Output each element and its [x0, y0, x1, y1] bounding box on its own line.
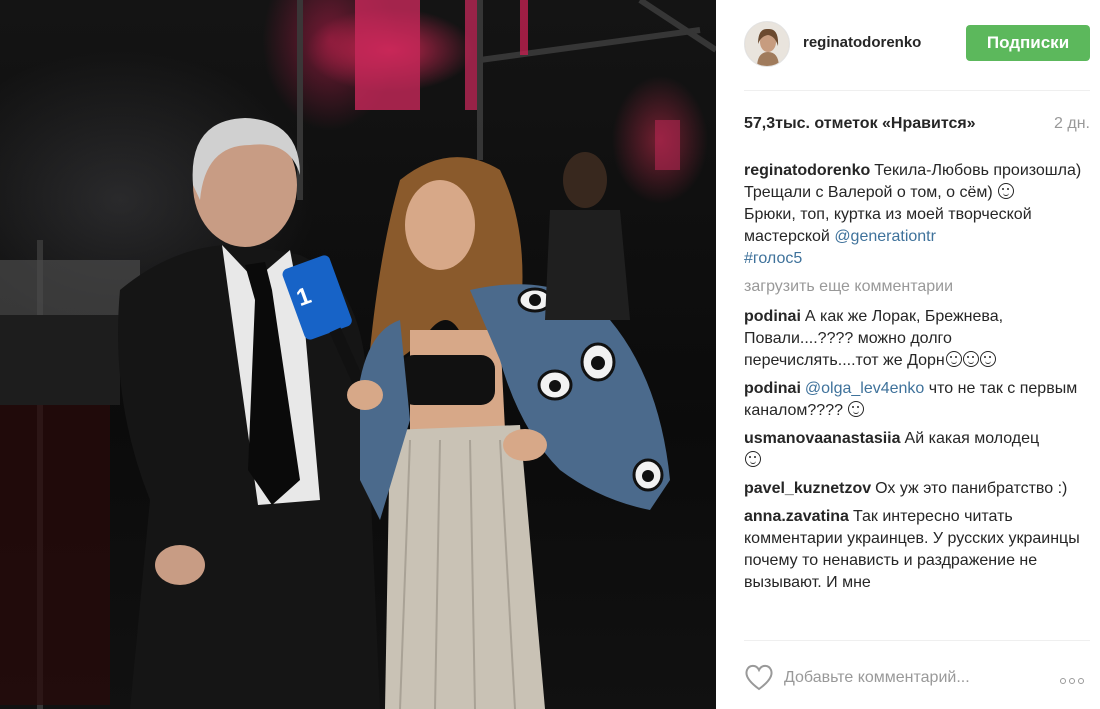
post-details-panel: reginatodorenko Подписки 57,3тыс. отмето… — [716, 0, 1100, 709]
comment-username[interactable]: usmanovaanastasiia — [744, 430, 901, 447]
grinning-face-icon — [962, 351, 979, 367]
avatar-image — [745, 22, 789, 66]
heart-icon[interactable] — [744, 663, 774, 691]
grinning-face-icon — [979, 351, 996, 367]
comments-list: reginatodorenko Текила-Любовь произошла) … — [744, 160, 1090, 638]
comment-input[interactable] — [784, 665, 1039, 691]
comment-item: anna.zavatina Так интересно читать коммен… — [744, 506, 1090, 594]
comment-bar — [744, 655, 1090, 699]
post-timestamp[interactable]: 2 дн. — [1054, 115, 1090, 133]
comment-text: Ох уж это панибратство :) — [875, 480, 1068, 497]
follow-button[interactable]: Подписки — [966, 25, 1090, 61]
caption: reginatodorenko Текила-Любовь произошла) … — [744, 160, 1090, 270]
likes-row: 57,3тыс. отметок «Нравится» 2 дн. — [744, 115, 1090, 137]
more-options-icon[interactable] — [1060, 671, 1090, 684]
load-more-comments-button[interactable]: загрузить еще комментарии — [744, 276, 1090, 298]
comment-text: Ай какая молодец — [904, 430, 1040, 447]
smiling-face-icon — [745, 451, 761, 467]
caption-mention[interactable]: @generationtr — [834, 228, 936, 245]
comment-item: usmanovaanastasiia Ай какая молодец — [744, 428, 1090, 472]
comment-username[interactable]: podinai — [744, 380, 801, 397]
comment-item: podinai @olga_lev4enko что не так с первы… — [744, 378, 1090, 422]
footer-divider — [744, 640, 1090, 641]
smiling-face-icon — [998, 183, 1015, 199]
photo-illustration: 1 — [0, 0, 716, 709]
comment-username[interactable]: podinai — [744, 308, 801, 325]
caption-username[interactable]: reginatodorenko — [744, 162, 870, 179]
comment-mention[interactable]: @olga_lev4enko — [805, 380, 924, 397]
post-header: reginatodorenko Подписки — [716, 0, 1100, 90]
post-photo[interactable]: 1 — [0, 0, 716, 709]
caption-hashtag[interactable]: #голос5 — [744, 250, 802, 267]
header-divider — [744, 90, 1090, 91]
grinning-face-icon — [945, 351, 962, 367]
comment-item: podinai А как же Лорак, Брежнева, Повали.… — [744, 306, 1090, 372]
comment-item: pavel_kuznetzov Ох уж это панибратство :) — [744, 478, 1090, 500]
comment-username[interactable]: anna.zavatina — [744, 508, 849, 525]
likes-count[interactable]: 57,3тыс. отметок «Нравится» — [744, 115, 976, 133]
post-author-username[interactable]: reginatodorenko — [803, 34, 921, 51]
comment-username[interactable]: pavel_kuznetzov — [744, 480, 871, 497]
avatar[interactable] — [744, 21, 790, 67]
smiling-face-icon — [848, 401, 865, 417]
